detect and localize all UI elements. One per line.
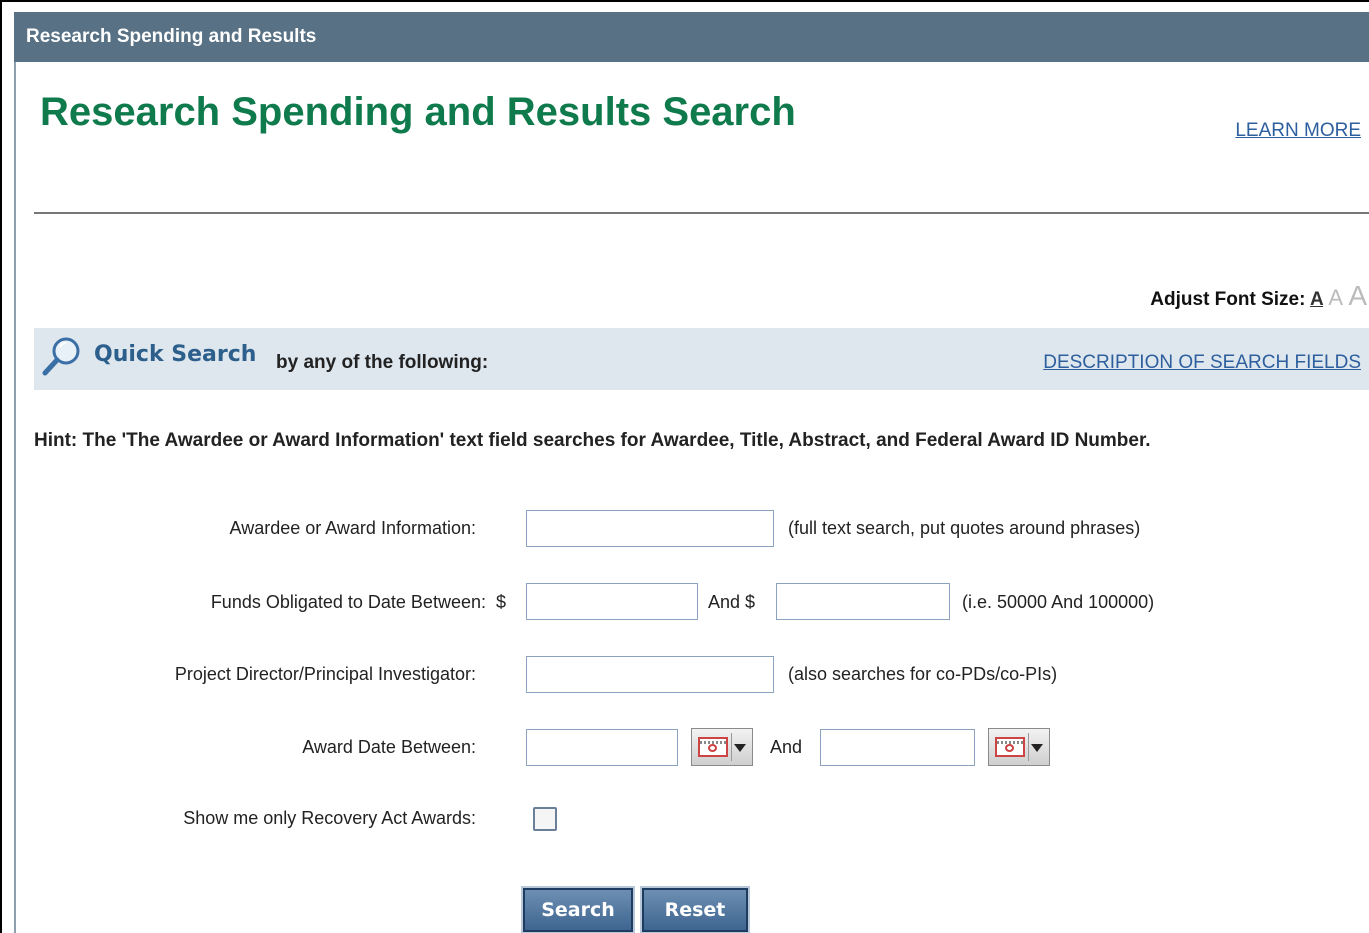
quick-search-title: Quick Search xyxy=(94,342,257,367)
quick-search-subtitle: by any of the following: xyxy=(276,352,489,373)
awardee-input[interactable] xyxy=(526,510,774,547)
award-date-label: Award Date Between: xyxy=(302,737,476,757)
calendar-icon xyxy=(698,737,728,757)
search-button[interactable]: Search xyxy=(521,886,635,933)
award-date-and-label: And xyxy=(770,737,803,757)
pi-input[interactable] xyxy=(526,656,774,693)
award-date-end-input[interactable] xyxy=(820,729,975,766)
window-frame xyxy=(0,0,1369,933)
magnifier-icon xyxy=(42,337,80,376)
calendar-icon xyxy=(995,737,1025,757)
recovery-act-label: Show me only Recovery Act Awards: xyxy=(183,808,476,828)
font-size-label: Adjust Font Size: xyxy=(1150,289,1306,310)
header-bar: Research Spending and Results xyxy=(14,12,1369,62)
header-bar-title: Research Spending and Results xyxy=(26,26,317,47)
recovery-act-checkbox[interactable] xyxy=(533,807,557,831)
description-of-search-fields-link[interactable]: DESCRIPTION OF SEARCH FIELDS xyxy=(1043,352,1361,374)
font-size-medium-button[interactable]: A xyxy=(1328,285,1343,310)
calendar-picker-start-button[interactable] xyxy=(691,728,753,766)
funds-note: (i.e. 50000 And 100000) xyxy=(962,592,1155,612)
learn-more-link[interactable]: LEARN MORE xyxy=(1235,120,1361,142)
awardee-label: Awardee or Award Information: xyxy=(229,518,476,538)
award-date-start-input[interactable] xyxy=(526,729,678,766)
dropdown-arrow-icon xyxy=(1031,744,1043,752)
quick-search-header: Quick Search by any of the following: DE… xyxy=(34,328,1369,390)
funds-label: Funds Obligated to Date Between: $ xyxy=(210,592,506,612)
left-border xyxy=(14,12,16,933)
funds-max-input[interactable] xyxy=(776,583,950,620)
dropdown-arrow-icon xyxy=(734,744,746,752)
font-size-large-button[interactable]: A xyxy=(1348,280,1367,311)
page-title: Research Spending and Results Search xyxy=(40,90,796,134)
awardee-note: (full text search, put quotes around phr… xyxy=(788,518,1141,538)
font-size-adjuster: Adjust Font Size: A A A xyxy=(1150,280,1367,312)
font-size-small-button[interactable]: A xyxy=(1310,289,1323,310)
reset-button[interactable]: Reset xyxy=(640,886,750,933)
picker-separator xyxy=(731,733,732,761)
divider xyxy=(34,212,1369,214)
picker-separator xyxy=(1028,733,1029,761)
pi-note: (also searches for co-PDs/co-PIs) xyxy=(788,664,1058,684)
funds-and-label: And $ xyxy=(708,592,756,612)
funds-min-input[interactable] xyxy=(526,583,698,620)
calendar-picker-end-button[interactable] xyxy=(988,728,1050,766)
pi-label: Project Director/Principal Investigator: xyxy=(174,664,476,684)
hint-text: Hint: The 'The Awardee or Award Informat… xyxy=(34,430,1151,451)
